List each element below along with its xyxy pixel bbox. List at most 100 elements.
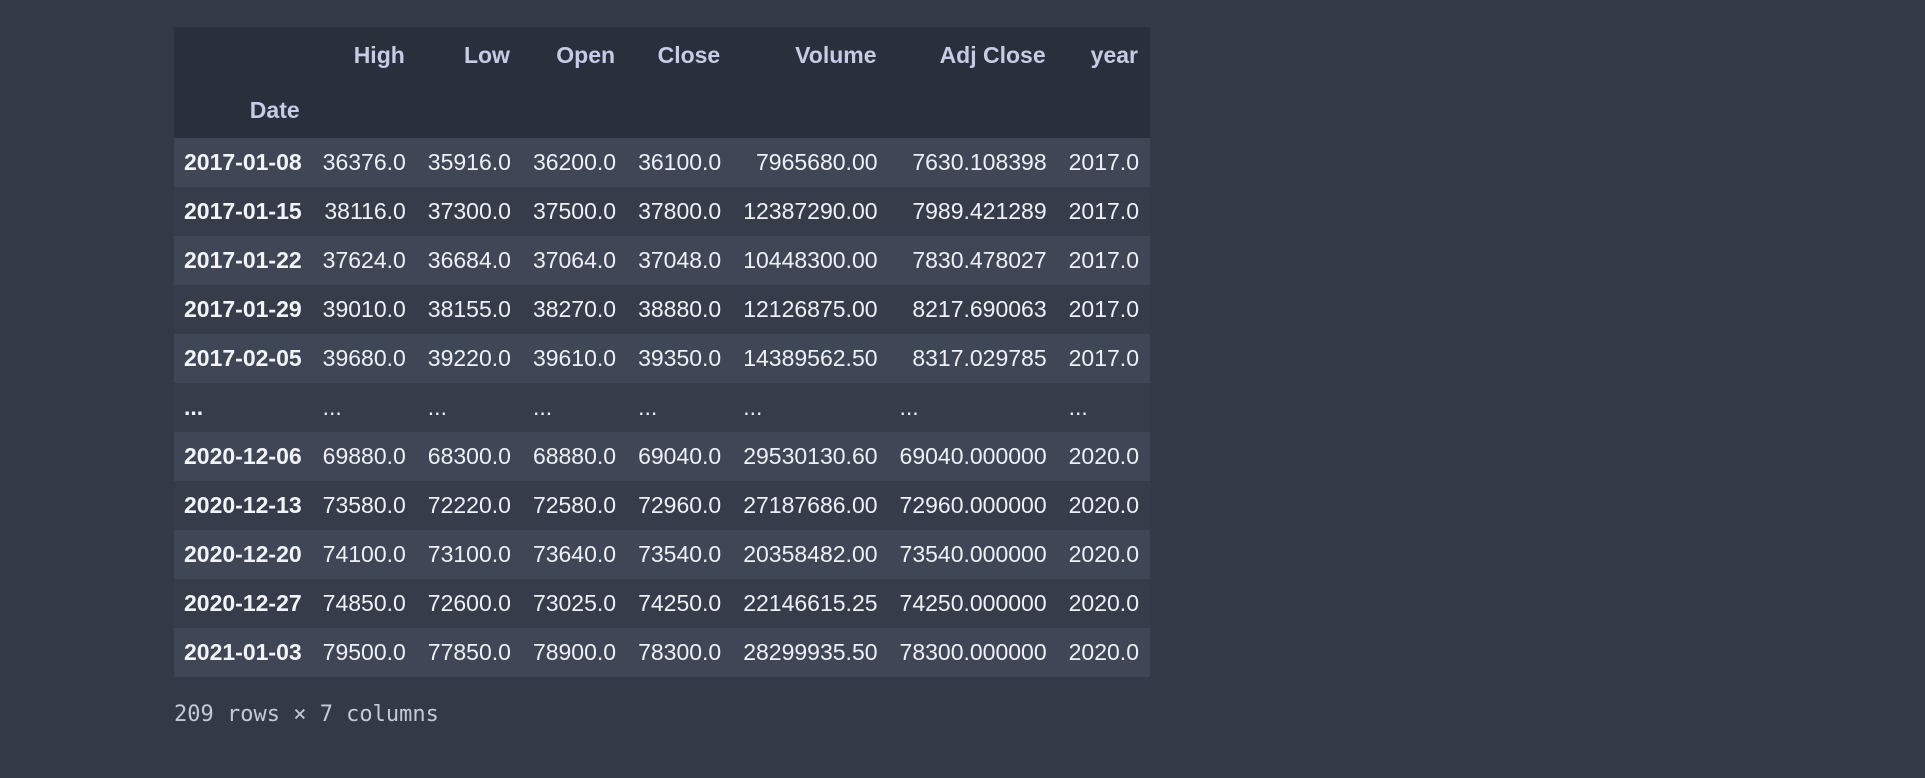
row-index-cell: 2017-01-29 <box>184 296 302 322</box>
table-row: 2020-12-20 74100.0 73100.0 73640.0 73540.0 20… <box>174 530 1150 579</box>
table-cell: 38155.0 <box>427 296 511 322</box>
column-header: Adj Close <box>939 41 1046 68</box>
row-index-cell: 2020-12-13 <box>184 492 302 518</box>
table-cell: 69880.0 <box>322 443 406 469</box>
table-cell: 37800.0 <box>638 198 722 224</box>
table-cell: ... <box>899 394 919 420</box>
table-cell: 36376.0 <box>322 149 406 175</box>
table-cell: 2020.0 <box>1068 443 1139 469</box>
index-row-empty-cell <box>732 83 888 138</box>
table-cell: 39610.0 <box>532 345 617 371</box>
table-cell: 2017.0 <box>1068 345 1139 371</box>
table-cell: 14389562.50 <box>743 345 878 371</box>
table-cell: 8217.690063 <box>912 296 1047 322</box>
table-cell: 73100.0 <box>427 541 511 567</box>
table-cell: 68880.0 <box>532 443 617 469</box>
column-header: year <box>1090 41 1138 68</box>
table-cell: 2017.0 <box>1068 296 1139 322</box>
table-cell: 36100.0 <box>638 149 722 175</box>
table-cell: 37500.0 <box>532 198 617 224</box>
column-header: High <box>353 41 405 68</box>
table-cell: 72600.0 <box>427 590 511 616</box>
table-cell: 74250.000000 <box>899 590 1047 616</box>
table-cell: 74100.0 <box>322 541 406 567</box>
table-cell: 37064.0 <box>532 247 617 273</box>
table-cell: 39680.0 <box>322 345 406 371</box>
table-cell: 38880.0 <box>638 296 722 322</box>
row-index-cell: 2020-12-20 <box>184 541 302 567</box>
table-cell: 73640.0 <box>532 541 617 567</box>
table-cell: 72220.0 <box>427 492 511 518</box>
column-header: Open <box>556 41 616 68</box>
table-cell: 37624.0 <box>322 247 406 273</box>
table-cell: 2020.0 <box>1068 590 1139 616</box>
index-name-row: Date <box>174 83 1150 138</box>
table-cell: 2017.0 <box>1068 198 1139 224</box>
table-row: 2020-12-27 74850.0 72600.0 73025.0 74250.0 22… <box>174 579 1150 628</box>
table-row: 2020-12-13 73580.0 72220.0 72580.0 72960.0 27… <box>174 481 1150 530</box>
table-cell: 22146615.25 <box>743 590 878 616</box>
index-name-cell: Date <box>249 97 300 123</box>
row-index-cell: 2020-12-27 <box>184 590 302 616</box>
table-cell: 68300.0 <box>427 443 511 469</box>
table-cell: 73540.000000 <box>899 541 1047 567</box>
table-cell: 36684.0 <box>427 247 511 273</box>
table-row: 2021-01-03 79500.0 77850.0 78900.0 78300.0 28… <box>174 628 1150 677</box>
table-cell: 29530130.60 <box>743 443 878 469</box>
index-row-empty-cell <box>522 83 627 138</box>
table-cell: ... <box>743 394 763 420</box>
table-cell: 78900.0 <box>532 639 617 665</box>
table-cell: 38270.0 <box>532 296 617 322</box>
column-header: Volume <box>795 41 877 68</box>
index-row-empty-cell <box>1058 83 1150 138</box>
table-cell: 37048.0 <box>638 247 722 273</box>
table-cell: 79500.0 <box>322 639 406 665</box>
row-index-cell: 2021-01-03 <box>184 639 302 665</box>
table-row: 2017-01-29 39010.0 38155.0 38270.0 38880.0 12… <box>174 285 1150 334</box>
table-row: 2020-12-06 69880.0 68300.0 68880.0 69040.0 29… <box>174 432 1150 481</box>
table-cell: 36200.0 <box>532 149 617 175</box>
table-cell: 7989.421289 <box>912 198 1047 224</box>
table-row: 2017-01-08 36376.0 35916.0 36200.0 36100.0 79… <box>174 138 1150 187</box>
table-cell: 39010.0 <box>322 296 406 322</box>
table-header: High Low Open Close Volume Adj Close year Date <box>174 27 1150 138</box>
table-cell: ... <box>322 394 342 420</box>
table-cell: 74250.0 <box>638 590 722 616</box>
table-cell: 73580.0 <box>322 492 406 518</box>
table-cell: 7965680.00 <box>756 149 878 175</box>
row-index-cell: ... <box>184 394 204 420</box>
column-header: Close <box>657 41 721 68</box>
row-index-cell: 2020-12-06 <box>184 443 302 469</box>
header-corner-cell <box>174 27 312 83</box>
table-cell: 77850.0 <box>427 639 511 665</box>
table-cell: 37300.0 <box>427 198 511 224</box>
table-cell: 72580.0 <box>532 492 617 518</box>
index-row-empty-cell <box>889 83 1058 138</box>
notebook-output-area: High Low Open Close Volume Adj Close year Date… <box>0 0 1925 778</box>
table-cell: 2020.0 <box>1068 541 1139 567</box>
table-cell: 39350.0 <box>638 345 722 371</box>
table-cell: 12387290.00 <box>743 198 878 224</box>
index-row-empty-cell <box>312 83 417 138</box>
table-cell: 74850.0 <box>322 590 406 616</box>
table-cell: 7830.478027 <box>912 247 1047 273</box>
table-cell: 28299935.50 <box>743 639 878 665</box>
table-cell: 2020.0 <box>1068 639 1139 665</box>
row-index-cell: 2017-02-05 <box>184 345 302 371</box>
table-cell: 20358482.00 <box>743 541 878 567</box>
table-cell: 72960.000000 <box>899 492 1047 518</box>
table-cell: 2020.0 <box>1068 492 1139 518</box>
table-row: 2017-01-22 37624.0 36684.0 37064.0 37048.0 10… <box>174 236 1150 285</box>
table-cell: 12126875.00 <box>743 296 878 322</box>
table-cell: 38116.0 <box>324 198 406 224</box>
table-cell: ... <box>1068 394 1088 420</box>
table-body: 2017-01-08 36376.0 35916.0 36200.0 36100.0 79… <box>174 138 1150 677</box>
table-row: 2017-02-05 39680.0 39220.0 39610.0 39350.0 14… <box>174 334 1150 383</box>
row-index-cell: 2017-01-15 <box>184 198 302 224</box>
dataframe-shape-caption: 209 rows × 7 columns <box>174 702 439 727</box>
index-row-empty-cell <box>627 83 732 138</box>
index-row-empty-cell <box>417 83 522 138</box>
table-cell: 10448300.00 <box>743 247 878 273</box>
table-cell: 78300.0 <box>638 639 722 665</box>
table-cell: 2017.0 <box>1068 247 1139 273</box>
